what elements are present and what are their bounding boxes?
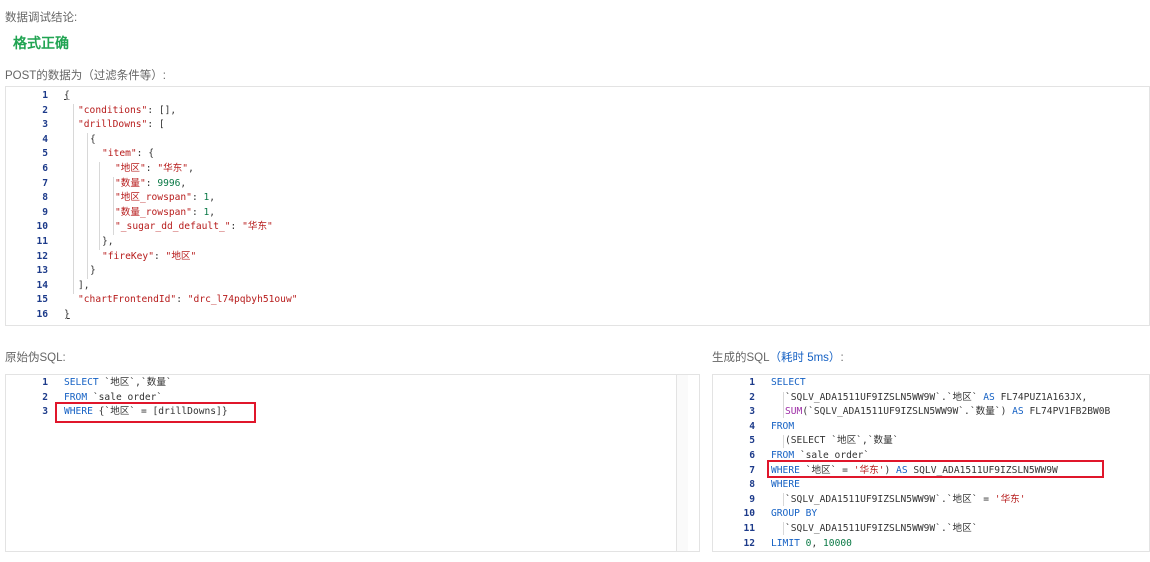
- code-line: 15 "chartFrontendId": "drc_l74pqbyh51ouw": [36, 294, 298, 306]
- code-line: 9 "数量_rowspan": 1,: [42, 206, 216, 218]
- code-line: 5 (SELECT `地区`,`数量`: [749, 435, 899, 447]
- code-line: 10 GROUP BY: [743, 508, 818, 520]
- vertical-scrollbar[interactable]: [676, 375, 688, 551]
- code-line: 7 "数量": 9996,: [42, 177, 187, 189]
- highlight-box: [55, 402, 256, 423]
- code-line: 2 "conditions": [],: [42, 104, 177, 116]
- code-line: 4{: [42, 133, 96, 145]
- highlight-box: [767, 460, 1104, 478]
- code-line: 9 `SQLV_ADA1511UF9IZSLN5WW9W`.`地区` = '华东': [749, 493, 1026, 505]
- code-line: 1 SELECT: [749, 377, 806, 388]
- code-line: 14],: [36, 279, 90, 291]
- code-line: 12 LIMIT 0, 10000: [743, 537, 852, 549]
- code-line: 5 "item": {: [42, 148, 154, 160]
- code-line: 11},: [36, 236, 114, 247]
- code-line: 2 `SQLV_ADA1511UF9IZSLN5WW9W`.`地区` AS FL7…: [749, 391, 1088, 403]
- format-status: 格式正确: [13, 35, 69, 51]
- code-line: 16}: [36, 309, 70, 320]
- code-line: 6 "地区": "华东",: [42, 163, 194, 174]
- query-time: （耗时 5ms）: [769, 352, 841, 364]
- code-line: 3 SUM(`SQLV_ADA1511UF9IZSLN5WW9W`.`数量`) A…: [749, 406, 1111, 418]
- raw-sql-label: 原始伪SQL:: [5, 352, 66, 364]
- code-line: 11 `SQLV_ADA1511UF9IZSLN5WW9W`.`地区`: [743, 523, 978, 534]
- code-line: 4 FROM: [749, 420, 795, 432]
- code-line: 8 WHERE: [749, 479, 800, 491]
- generated-sql-label: 生成的SQL（耗时 5ms）:: [712, 352, 844, 364]
- post-data-label: POST的数据为（过滤条件等）:: [5, 70, 167, 82]
- code-line: 13}: [36, 265, 96, 277]
- code-line: 10 "_sugar_dd_default_": "华东": [36, 221, 273, 233]
- code-line: 1{: [42, 90, 70, 101]
- post-json-editor[interactable]: 1{ 2 "conditions": [], 3 "drillDowns": [ 4…: [5, 86, 1150, 326]
- code-line: 8 "地区_rowspan": 1,: [42, 192, 216, 204]
- code-line: 3 "drillDowns": [: [42, 119, 165, 131]
- raw-sql-editor[interactable]: 1 SELECT `地区`,`数量` 2 FROM `sale_order` 3 WH…: [5, 374, 700, 552]
- code-line: 12 "fireKey": "地区": [36, 250, 197, 262]
- debug-conclusion-label: 数据调试结论:: [5, 12, 78, 24]
- code-line: 1 SELECT `地区`,`数量`: [42, 377, 172, 388]
